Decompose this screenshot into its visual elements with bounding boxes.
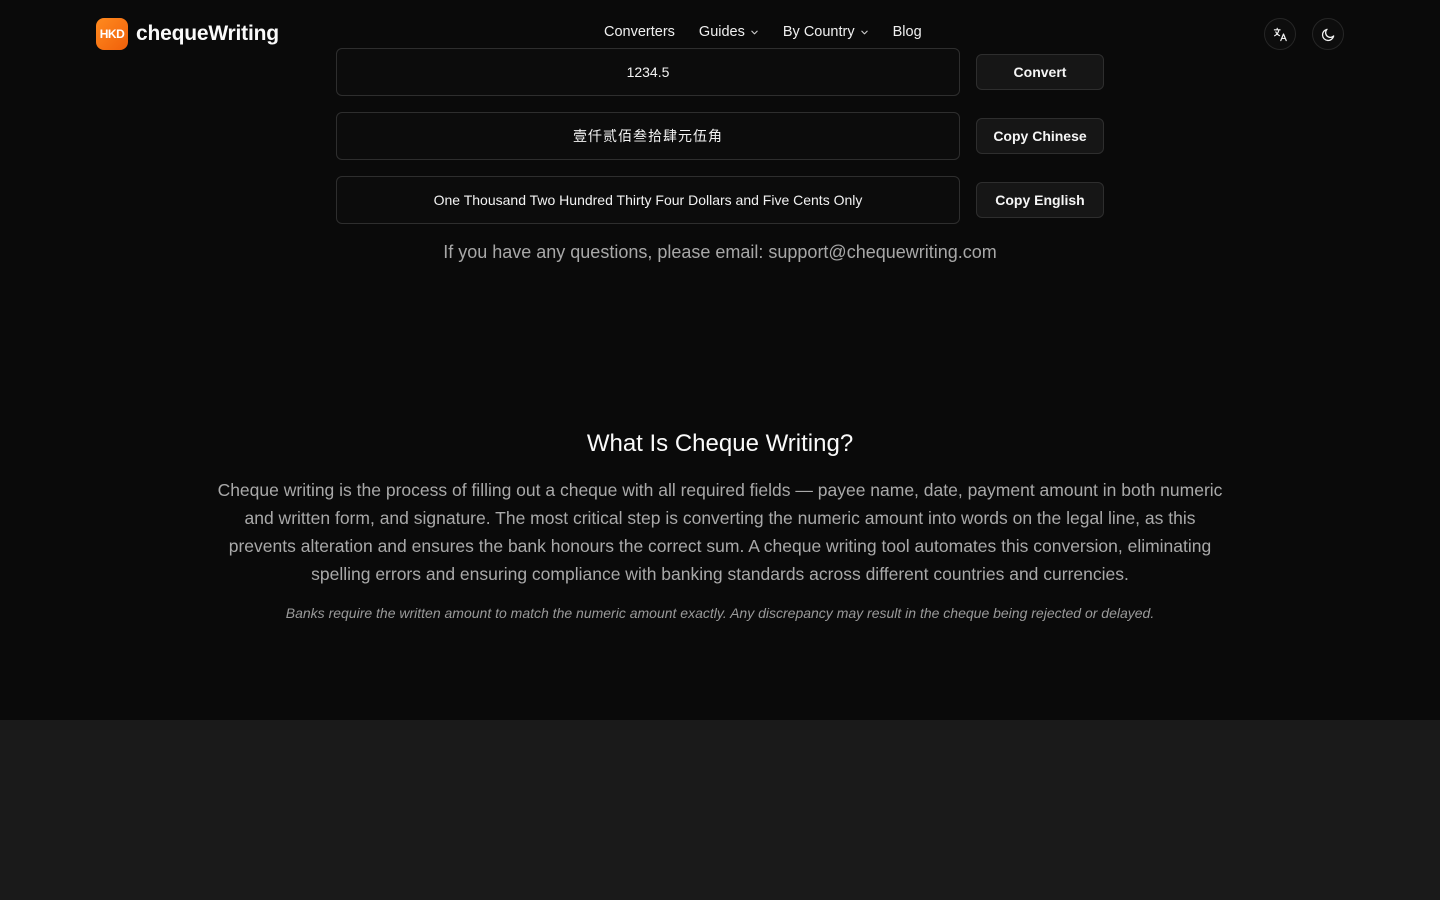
english-row: One Thousand Two Hundred Thirty Four Dol… [336,176,1104,224]
nav-guides-label: Guides [698,24,745,40]
section-title: What Is Cheque Writing? [586,430,854,457]
moon-icon [1321,28,1334,41]
support-email-text: If you have any questions, please email:… [443,242,997,262]
nav-blog[interactable]: Blog [893,24,922,40]
section-note: Banks require the written amount to matc… [285,605,1155,621]
nav-converters-label: Converters [604,24,675,40]
copy-english-button[interactable]: Copy English [976,182,1104,218]
chinese-row: 壹仟贰佰叁拾肆元伍角 Copy Chinese [336,112,1104,160]
page: HKD chequeWriting Converters Guides By C… [0,0,1440,900]
nav-by-country[interactable]: By Country [783,24,869,40]
nav-guides[interactable]: Guides [699,24,759,40]
nav-by-country-label: By Country [782,24,855,40]
footer-band [0,720,1440,900]
copy-chinese-button[interactable]: Copy Chinese [976,118,1104,154]
brand-name: chequeWriting [136,22,279,45]
chevron-down-icon [860,30,868,34]
theme-toggle-button[interactable] [1312,18,1344,50]
nav-converters[interactable]: Converters [604,24,675,40]
language-button[interactable] [1264,18,1296,50]
chevron-down-icon [751,30,758,34]
hkd-logo: HKD [96,18,128,50]
site-header: HKD chequeWriting Converters Guides By C… [0,0,1440,68]
section-body: Cheque writing is the process of filling… [217,480,1223,584]
english-result-field[interactable]: One Thousand Two Hundred Thirty Four Dol… [336,176,960,224]
nav-blog-label: Blog [892,24,922,40]
brand-link[interactable]: HKD chequeWriting [96,18,279,50]
chinese-result-field[interactable]: 壹仟贰佰叁拾肆元伍角 [336,112,960,160]
translate-icon [1273,27,1287,41]
main-nav: Converters Guides By Country Blog [604,24,922,40]
